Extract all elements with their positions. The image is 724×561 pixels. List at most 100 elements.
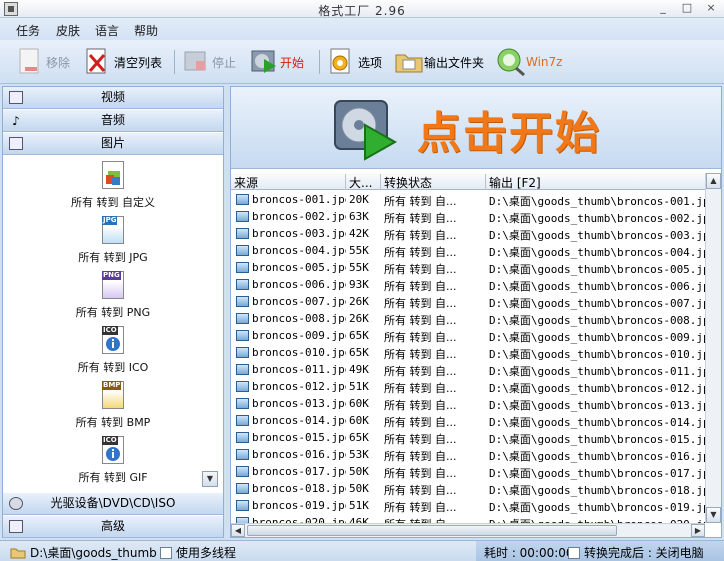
menu-skin[interactable]: 皮肤 [56,22,80,39]
after-done-option[interactable]: 转换完成后 : 关闭电脑 [568,544,704,561]
col-output[interactable]: 输出 [F2] [486,174,705,190]
multithread-checkbox[interactable] [160,546,172,559]
table-row[interactable]: broncos-003.jpg 42K 所有 转到 自... D:\桌面\goods_… [231,225,705,242]
disc-icon [9,497,23,510]
tool-jpg[interactable]: JPG 所有 转到 JPG [3,216,223,265]
image-file-icon [236,194,249,205]
cell-size: 42K [349,227,369,240]
output-folder-button[interactable]: 输出文件夹 [394,46,484,78]
category-advanced[interactable]: 高级 [3,516,223,538]
status-bar: D:\桌面\goods_thumb 使用多线程 耗时 : 00:00:00 转换… [0,540,724,561]
category-audio[interactable]: ♪ 音频 [3,110,223,132]
scroll-down-button[interactable]: ▼ [706,507,721,523]
category-optical[interactable]: 光驱设备\DVD\CD\ISO [3,493,223,515]
start-button[interactable]: 开始 [250,46,304,78]
table-row[interactable]: broncos-017.jpg 50K 所有 转到 自... D:\桌面\goods_… [231,463,705,480]
menu-task[interactable]: 任务 [16,22,40,39]
cell-source: broncos-020.jpg [252,516,346,523]
options-icon [328,47,354,77]
cell-source: broncos-011.jpg [252,363,346,376]
win7z-button[interactable]: Win7z [496,46,562,78]
col-source[interactable]: 来源 [231,174,346,190]
menu-language[interactable]: 语言 [95,22,119,39]
multithread-option[interactable]: 使用多线程 [160,544,236,561]
table-row[interactable]: broncos-009.jpg 65K 所有 转到 自... D:\桌面\goods_… [231,327,705,344]
table-row[interactable]: broncos-015.jpg 65K 所有 转到 自... D:\桌面\goods_… [231,429,705,446]
start-banner[interactable]: 点击开始 [231,87,721,169]
cell-size: 60K [349,397,369,410]
remove-icon [16,47,42,77]
table-row[interactable]: broncos-001.jpg 20K 所有 转到 自... D:\桌面\goods_… [231,191,705,208]
table-row[interactable]: broncos-013.jpg 60K 所有 转到 自... D:\桌面\goods_… [231,395,705,412]
image-file-icon [236,245,249,256]
col-size[interactable]: 大... [346,174,381,190]
tool-custom[interactable]: 所有 转到 自定义 [3,161,223,210]
output-path[interactable]: D:\桌面\goods_thumb [10,544,157,561]
cell-source: broncos-014.jpg [252,414,346,427]
toolbar-separator [174,50,175,74]
cell-size: 65K [349,431,369,444]
cell-output: D:\桌面\goods_thumb\broncos-007.jpg [489,297,705,310]
grid-horizontal-scrollbar[interactable]: ◀ ▶ [231,523,705,537]
table-row[interactable]: broncos-010.jpg 65K 所有 转到 自... D:\桌面\goods_… [231,344,705,361]
clear-list-button[interactable]: 清空列表 [84,46,162,78]
png-icon: PNG [100,271,126,301]
horizontal-scroll-thumb[interactable] [247,525,617,536]
table-row[interactable]: broncos-007.jpg 26K 所有 转到 自... D:\桌面\goods_… [231,293,705,310]
bmp-icon: BMP [100,381,126,411]
table-row[interactable]: broncos-004.jpg 55K 所有 转到 自... D:\桌面\goods_… [231,242,705,259]
cell-status: 所有 转到 自... [384,399,457,412]
menu-help[interactable]: 帮助 [134,22,158,39]
tool-gif[interactable]: ICO 所有 转到 GIF [3,436,223,485]
table-row[interactable]: broncos-008.jpg 26K 所有 转到 自... D:\桌面\goods_… [231,310,705,327]
cell-source: broncos-017.jpg [252,465,346,478]
cell-output: D:\桌面\goods_thumb\broncos-017.jpg [489,467,705,480]
scroll-left-button[interactable]: ◀ [231,524,245,537]
cell-source: broncos-010.jpg [252,346,346,359]
table-row[interactable]: broncos-005.jpg 55K 所有 转到 自... D:\桌面\goods_… [231,259,705,276]
col-status[interactable]: 转换状态 [381,174,486,190]
image-file-icon [236,228,249,239]
options-button[interactable]: 选项 [328,46,382,78]
table-row[interactable]: broncos-014.jpg 60K 所有 转到 自... D:\桌面\goods_… [231,412,705,429]
gif-icon: ICO [100,436,126,466]
table-row[interactable]: broncos-020.jpg46K 所有 转到 自... D:\桌面\goods_… [231,514,705,523]
remove-button[interactable]: 移除 [16,46,70,78]
advanced-icon [9,520,23,533]
clear-list-icon [84,47,110,77]
table-row[interactable]: broncos-011.jpg 49K 所有 转到 自... D:\桌面\goods_… [231,361,705,378]
image-file-icon [236,330,249,341]
stop-button[interactable]: 停止 [182,46,236,78]
cell-output: D:\桌面\goods_thumb\broncos-020.jpg [489,516,705,523]
table-row[interactable]: broncos-006.jpg 93K 所有 转到 自... D:\桌面\goods_… [231,276,705,293]
start-icon [250,47,276,77]
scroll-up-button[interactable]: ▲ [706,173,721,189]
table-row[interactable]: broncos-018.jpg 50K 所有 转到 自... D:\桌面\goods_… [231,480,705,497]
tool-list-scroll-down[interactable]: ▼ [202,471,218,487]
category-image[interactable]: 图片 [3,133,223,155]
table-row[interactable]: broncos-016.jpg 53K 所有 转到 自... D:\桌面\goods_… [231,446,705,463]
cell-source: broncos-019.jpg [252,499,346,512]
category-video[interactable]: 视频 [3,87,223,109]
maximize-button[interactable]: □ [676,1,698,16]
tool-bmp[interactable]: BMP 所有 转到 BMP [3,381,223,430]
minimize-button[interactable]: _ [652,1,674,16]
cell-size: 50K [349,482,369,495]
toolbar: 移除 清空列表 停止 开始 选项 输出文件夹 Win7z [0,40,724,84]
cell-output: D:\桌面\goods_thumb\broncos-011.jpg [489,365,705,378]
cell-status: 所有 转到 自... [384,382,457,395]
cell-status: 所有 转到 自... [384,280,457,293]
close-button[interactable]: × [700,1,722,16]
tool-ico[interactable]: ICO 所有 转到 ICO [3,326,223,375]
cell-source: broncos-002.jpg [252,210,346,223]
category-panel: 视频 ♪ 音频 图片 所有 转到 自定义 JPG 所有 转到 JPG PNG 所… [2,86,224,538]
table-row[interactable]: broncos-019.jpg 51K 所有 转到 自... D:\桌面\goods_… [231,497,705,514]
tool-png[interactable]: PNG 所有 转到 PNG [3,271,223,320]
cell-source: broncos-013.jpg [252,397,346,410]
cell-output: D:\桌面\goods_thumb\broncos-004.jpg [489,246,705,259]
table-row[interactable]: broncos-002.jpg 63K 所有 转到 自... D:\桌面\goods_… [231,208,705,225]
scroll-right-button[interactable]: ▶ [691,524,705,537]
grid-vertical-scrollbar[interactable]: ▲ ▼ [705,173,721,523]
table-row[interactable]: broncos-012.jpg 51K 所有 转到 自... D:\桌面\goods_… [231,378,705,395]
shutdown-checkbox[interactable] [568,546,580,559]
